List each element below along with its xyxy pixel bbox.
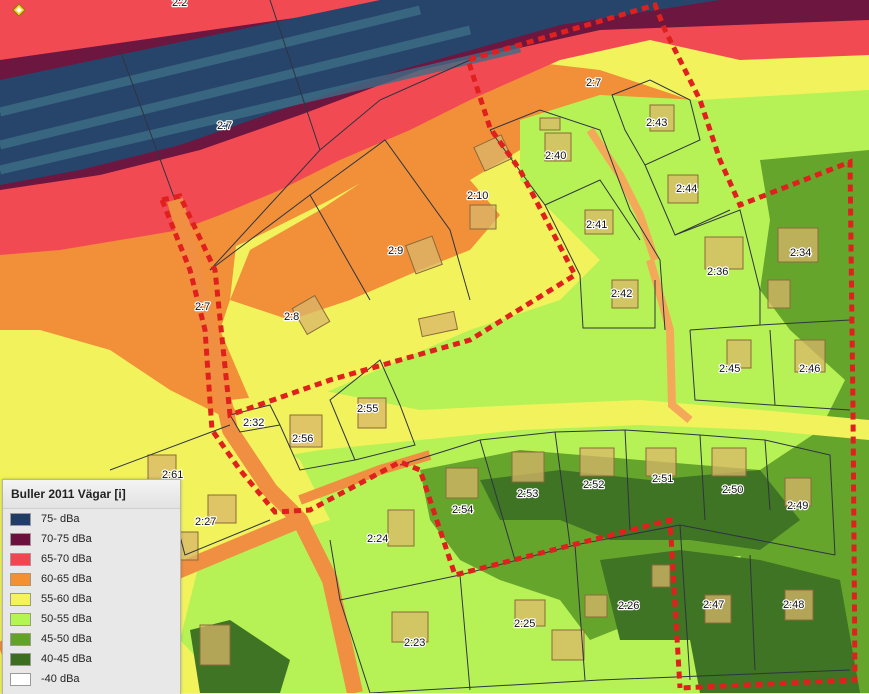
legend-title[interactable]: Buller 2011 Vägar [i] — [3, 480, 180, 509]
parcel-label: 2:9 — [388, 245, 403, 257]
legend-swatch — [10, 532, 31, 546]
legend-item: 75- dBa — [3, 509, 180, 529]
parcel-label: 2:40 — [545, 150, 566, 162]
legend-item: -40 dBa — [3, 669, 180, 689]
legend-label: 50-55 dBa — [41, 613, 92, 625]
legend-swatch — [10, 512, 31, 526]
parcel-label: 2:46 — [799, 363, 820, 375]
parcel-label: 2:7 — [586, 77, 601, 89]
parcel-label: 2:34 — [790, 247, 811, 259]
parcel-label: 2:42 — [611, 288, 632, 300]
legend-label: 65-70 dBa — [41, 553, 92, 565]
parcel-label: 2:51 — [652, 473, 673, 485]
parcel-label: 2:53 — [517, 488, 538, 500]
parcel-label: 2:49 — [787, 500, 808, 512]
parcel-label: 2:24 — [367, 533, 388, 545]
parcel-label: 2:2 — [172, 0, 187, 9]
parcel-label: 2:7 — [195, 301, 210, 313]
parcel-label: 2:48 — [783, 599, 804, 611]
legend-label: 70-75 dBa — [41, 533, 92, 545]
legend-label: 45-50 dBa — [41, 633, 92, 645]
parcel-label: 2:52 — [583, 479, 604, 491]
parcel-label: 2:10 — [467, 190, 488, 202]
home-icon[interactable] — [12, 3, 26, 17]
legend-label: 75- dBa — [41, 513, 80, 525]
legend-swatch — [10, 652, 31, 666]
parcel-label: 2:7 — [217, 120, 232, 132]
legend-swatch — [10, 592, 31, 606]
parcel-label: 2:43 — [646, 117, 667, 129]
legend-swatch — [10, 612, 31, 626]
parcel-label: 2:41 — [586, 219, 607, 231]
legend-item: 65-70 dBa — [3, 549, 180, 569]
legend-item: 40-45 dBa — [3, 649, 180, 669]
legend-label: -40 dBa — [41, 673, 80, 685]
legend-swatch — [10, 672, 31, 686]
parcel-label: 2:56 — [292, 433, 313, 445]
legend-item: 50-55 dBa — [3, 609, 180, 629]
legend-panel: Buller 2011 Vägar [i] 75- dBa 70-75 dBa 65… — [2, 479, 181, 694]
parcel-label: 2:32 — [243, 417, 264, 429]
parcel-label: 2:50 — [722, 484, 743, 496]
legend-swatch — [10, 632, 31, 646]
legend-item: 70-75 dBa — [3, 529, 180, 549]
legend-label: 40-45 dBa — [41, 653, 92, 665]
parcel-label: 2:27 — [195, 516, 216, 528]
parcel-label: 2:54 — [452, 504, 473, 516]
legend-label: 60-65 dBa — [41, 573, 92, 585]
parcel-label: 2:44 — [676, 183, 697, 195]
parcel-label: 2:36 — [707, 266, 728, 278]
parcel-label: 2:47 — [703, 599, 724, 611]
parcel-label: 2:23 — [404, 637, 425, 649]
legend-swatch — [10, 552, 31, 566]
legend-item: 60-65 dBa — [3, 569, 180, 589]
parcel-label: 2:25 — [514, 618, 535, 630]
legend-list: 75- dBa 70-75 dBa 65-70 dBa 60-65 dBa 55-60 … — [3, 509, 180, 689]
legend-item: 45-50 dBa — [3, 629, 180, 649]
parcel-label: 2:55 — [357, 403, 378, 415]
legend-item: 55-60 dBa — [3, 589, 180, 609]
parcel-label: 2:8 — [284, 311, 299, 323]
legend-swatch — [10, 572, 31, 586]
parcel-label: 2:45 — [719, 363, 740, 375]
legend-label: 55-60 dBa — [41, 593, 92, 605]
parcel-label: 2:26 — [618, 600, 639, 612]
